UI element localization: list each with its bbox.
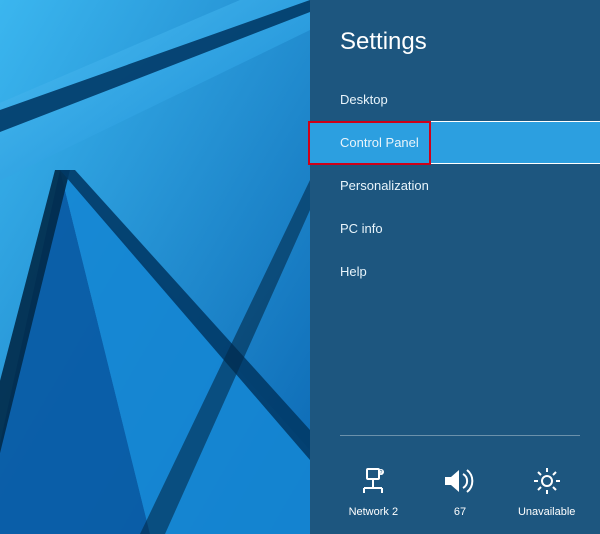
panel-item-label: PC info <box>340 221 383 236</box>
panel-divider <box>340 435 580 436</box>
panel-items-list: Desktop Control Panel Personalization PC… <box>310 78 600 293</box>
brightness-icon <box>526 464 568 498</box>
panel-item-pc-info[interactable]: PC info <box>310 207 600 250</box>
panel-title: Settings <box>310 0 600 74</box>
settings-charm-panel: Settings Desktop Control Panel Personali… <box>310 0 600 534</box>
panel-item-label: Control Panel <box>340 135 419 150</box>
network-icon: ? <box>352 464 394 498</box>
panel-item-control-panel[interactable]: Control Panel <box>310 121 600 164</box>
panel-item-label: Desktop <box>340 92 388 107</box>
panel-item-personalization[interactable]: Personalization <box>310 164 600 207</box>
quick-actions-row: ? Network 2 67 <box>330 464 590 518</box>
quick-action-volume[interactable]: 67 <box>417 464 504 518</box>
quick-action-label: 67 <box>454 506 466 518</box>
desktop-wallpaper <box>0 0 310 534</box>
panel-item-label: Personalization <box>340 178 429 193</box>
panel-item-label: Help <box>340 264 367 279</box>
quick-action-brightness[interactable]: Unavailable <box>503 464 590 518</box>
quick-action-label: Network 2 <box>349 506 399 518</box>
panel-item-help[interactable]: Help <box>310 250 600 293</box>
wallpaper-art <box>0 0 310 534</box>
panel-item-desktop[interactable]: Desktop <box>310 78 600 121</box>
volume-icon <box>439 464 481 498</box>
svg-text:?: ? <box>380 470 383 476</box>
quick-action-network[interactable]: ? Network 2 <box>330 464 417 518</box>
quick-action-label: Unavailable <box>518 506 575 518</box>
